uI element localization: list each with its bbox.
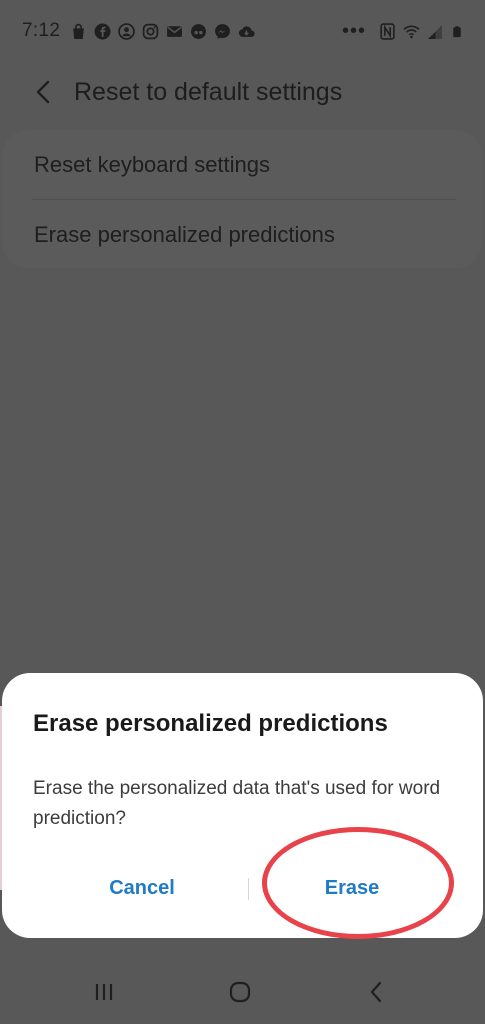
reset-keyboard-settings-item[interactable]: Reset keyboard settings	[2, 130, 482, 199]
instagram-icon	[142, 23, 159, 39]
recent-apps-button[interactable]	[84, 972, 124, 1012]
app-bar: Reset to default settings	[0, 62, 485, 122]
dialog-message: Erase the personalized data that's used …	[33, 778, 441, 829]
home-icon	[229, 981, 251, 1003]
status-time: 7:12	[22, 20, 61, 41]
shopping-bag-icon	[73, 23, 84, 39]
nfc-icon	[380, 22, 395, 40]
navigation-bar	[0, 960, 485, 1024]
settings-card: Reset keyboard settings Erase personaliz…	[2, 130, 482, 268]
signal-icon	[428, 24, 442, 39]
screen: 7:12 ••• Reset to default settings Reset…	[0, 0, 485, 1024]
account-icon	[118, 22, 135, 40]
annotation-circle	[262, 827, 454, 939]
system-icons: •••	[342, 20, 463, 43]
wifi-icon	[403, 25, 420, 38]
facebook-icon	[94, 23, 111, 39]
recent-apps-icon	[95, 984, 113, 1000]
status-bar: 7:12 •••	[0, 0, 485, 62]
notification-icons	[70, 22, 255, 40]
mail-icon	[167, 25, 183, 37]
messenger-icon	[215, 23, 231, 39]
app-icon	[191, 23, 207, 39]
battery-icon	[453, 25, 461, 37]
more-notifications-icon: •••	[341, 19, 366, 42]
erase-personalized-predictions-item[interactable]: Erase personalized predictions	[2, 200, 482, 269]
chevron-left-icon	[370, 981, 382, 1003]
back-arrow-icon	[36, 80, 50, 104]
page-title: Reset to default settings	[74, 77, 343, 106]
back-button[interactable]	[24, 72, 64, 112]
home-button[interactable]	[220, 972, 260, 1012]
dialog-title: Erase personalized predictions	[33, 710, 388, 737]
cloud-icon	[239, 25, 255, 37]
button-divider	[248, 878, 249, 900]
back-nav-button[interactable]	[356, 972, 396, 1012]
cancel-button[interactable]: Cancel	[62, 868, 222, 908]
